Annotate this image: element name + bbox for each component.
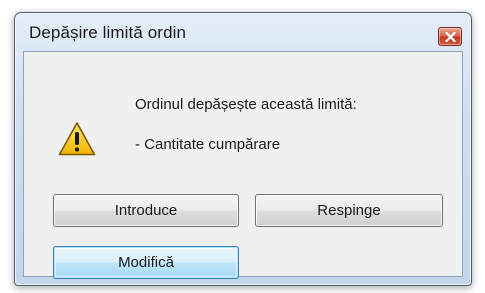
message-detail: - Cantitate cumpărare [135, 136, 281, 153]
message-heading: Ordinul depășește această limită: [135, 96, 357, 113]
title-bar[interactable]: Depășire limită ordin [15, 13, 471, 51]
order-limit-dialog: Depășire limită ordin Ordinul depășește … [14, 12, 472, 286]
respinge-button[interactable]: Respinge [255, 194, 443, 227]
warning-triangle-icon [58, 122, 96, 156]
close-icon [445, 32, 456, 42]
introduce-button[interactable]: Introduce [53, 194, 239, 227]
modifica-button[interactable]: Modifică [53, 246, 239, 279]
window-title: Depășire limită ordin [29, 23, 187, 42]
close-button[interactable] [438, 27, 462, 46]
dialog-content: Ordinul depășește această limită: - Cant… [23, 51, 463, 279]
